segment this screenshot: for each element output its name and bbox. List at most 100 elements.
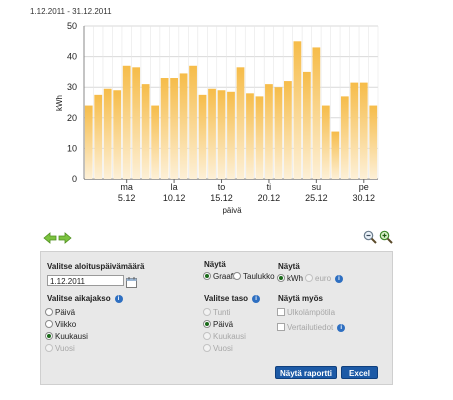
also-show-comparison[interactable]: Vertailutiedot i (277, 322, 346, 332)
bar (179, 73, 188, 179)
y-tick-label: 10 (67, 143, 77, 153)
bar (189, 65, 197, 179)
x-tick-day: la (171, 182, 178, 192)
bar (198, 94, 207, 179)
period-option-week[interactable]: Viikko (45, 319, 76, 329)
bar (170, 78, 178, 179)
report-settings-panel: Valitse aloituspäivämäärä 1.12.2011 Vali… (40, 251, 393, 385)
unit-option-euro: euro i (305, 273, 344, 283)
x-tick-date: 5.12 (118, 193, 136, 203)
unit-label: Näytä (278, 262, 300, 271)
period-label: Valitse aikajakso i (47, 294, 123, 303)
bar (312, 47, 321, 179)
bar (236, 67, 245, 179)
x-tick-date: 10.12 (163, 193, 186, 203)
radio-button[interactable] (203, 319, 211, 328)
bar (208, 88, 216, 179)
y-tick-label: 50 (67, 21, 77, 31)
bar (284, 81, 292, 179)
zoom-out-icon[interactable] (363, 230, 377, 244)
right-arrow-icon[interactable] (58, 231, 72, 244)
bar (265, 84, 273, 179)
checkbox[interactable] (277, 322, 285, 331)
bar (359, 82, 368, 179)
radio-button[interactable] (233, 271, 241, 280)
chart-bars (84, 41, 378, 179)
checkbox[interactable] (277, 307, 285, 316)
radio-button[interactable] (45, 319, 53, 328)
bar (141, 84, 150, 179)
bar (151, 105, 160, 179)
radio-button[interactable] (45, 331, 53, 340)
x-tick-date: 25.12 (305, 193, 328, 203)
level-option-day[interactable]: Päivä (203, 319, 233, 329)
y-axis-title: kWh (55, 95, 64, 111)
excel-button[interactable]: Excel (341, 366, 378, 379)
radio-button (203, 307, 211, 316)
also-show-outdoor-temp[interactable]: Ulkolämpötila (277, 307, 335, 317)
x-tick-day: to (218, 182, 226, 192)
bar (160, 78, 169, 179)
y-tick-label: 40 (67, 52, 77, 62)
x-tick-day: ma (120, 182, 133, 192)
radio-button (45, 343, 53, 352)
calendar-icon[interactable] (126, 275, 137, 288)
show-label: Näytä (204, 260, 226, 269)
radio-button (203, 331, 211, 340)
bar (369, 105, 378, 179)
level-label: Valitse taso i (204, 294, 261, 303)
show-option-table[interactable]: Taulukko (233, 271, 275, 281)
bar (350, 82, 359, 179)
start-date-label: Valitse aloituspäivämäärä (47, 262, 145, 271)
x-tick-date: 15.12 (210, 193, 233, 203)
bar (132, 67, 141, 179)
bar (302, 71, 311, 179)
show-option-graph[interactable]: Graafi (203, 271, 235, 281)
info-icon[interactable]: i (335, 274, 344, 283)
level-option-year: Vuosi (203, 343, 233, 353)
bar (255, 96, 264, 179)
bar (94, 94, 103, 179)
x-tick-day: pe (359, 182, 369, 192)
radio-button[interactable] (45, 307, 53, 316)
bar (331, 131, 340, 179)
bar (217, 90, 226, 179)
show-report-button[interactable]: Näytä raportti (275, 366, 337, 379)
period-option-day[interactable]: Päivä (45, 307, 75, 317)
radio-button (203, 343, 211, 352)
bar (103, 88, 112, 179)
bar (113, 90, 122, 179)
level-option-hour: Tunti (203, 307, 231, 317)
x-tick-date: 20.12 (258, 193, 281, 203)
zoom-in-icon[interactable] (379, 230, 393, 244)
x-tick-day: ti (267, 182, 272, 192)
info-icon[interactable]: i (252, 294, 261, 303)
bar (122, 65, 131, 179)
period-option-month[interactable]: Kuukausi (45, 331, 88, 341)
consumption-bar-chart: 0 10 20 30 40 50 ma5.12 la10.12 to15.12 ti20.12 su… (55, 21, 379, 215)
info-icon[interactable]: i (114, 294, 123, 303)
y-tick-label: 30 (67, 82, 77, 92)
bar (246, 93, 254, 179)
y-tick-label: 0 (72, 174, 77, 184)
x-tick-day: su (312, 182, 322, 192)
bar (321, 105, 330, 179)
bar (84, 105, 93, 179)
radio-button (305, 273, 313, 282)
also-show-label: Näytä myös (278, 294, 323, 303)
level-option-month: Kuukausi (203, 331, 246, 341)
radio-button[interactable] (277, 273, 285, 282)
start-date-input[interactable]: 1.12.2011 (47, 275, 124, 286)
unit-option-kwh[interactable]: kWh (277, 273, 303, 283)
y-tick-label: 20 (67, 113, 77, 123)
bar (227, 91, 235, 179)
period-option-year: Vuosi (45, 343, 75, 353)
left-arrow-icon[interactable] (43, 231, 57, 244)
chart-navigation (43, 231, 73, 249)
bar (293, 41, 302, 179)
x-axis-title: päivä (222, 206, 242, 215)
info-icon[interactable]: i (337, 323, 346, 332)
bar (274, 87, 283, 179)
radio-button[interactable] (203, 271, 211, 280)
x-tick-date: 30.12 (353, 193, 376, 203)
